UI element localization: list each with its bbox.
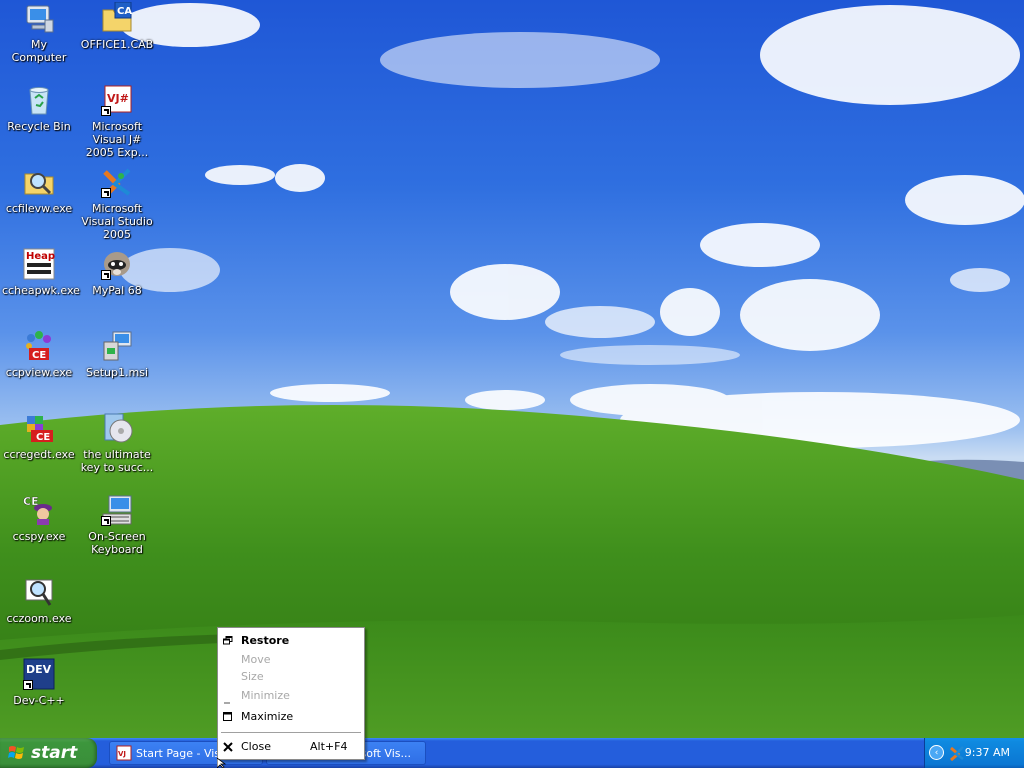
shortcut-arrow-icon <box>101 516 111 526</box>
menu-item-shortcut: Alt+F4 <box>310 740 348 753</box>
ccregedt-icon-shortcut[interactable]: CE ccregedt.exe <box>0 412 78 461</box>
task-label: Start Page - Visu <box>136 746 228 760</box>
dev-cpp-icon: DEV <box>23 658 55 690</box>
cczoom-icon-shortcut[interactable]: cczoom.exe <box>0 576 78 625</box>
menu-item-label: Move <box>241 653 271 666</box>
cab-file-icon: CA <box>101 1 133 34</box>
icon-label: ccspy.exe <box>12 530 66 543</box>
svg-text:Heap: Heap <box>26 251 55 262</box>
visual-studio-icon <box>101 166 133 198</box>
icon-label: Recycle Bin <box>7 120 71 133</box>
icon-label: ccheapwk.exe <box>2 284 80 297</box>
restore-icon <box>223 636 233 645</box>
minimize-icon <box>224 702 230 704</box>
vs2005-icon-shortcut[interactable]: Microsoft Visual Studio 2005 <box>78 166 156 241</box>
start-label: start <box>31 743 78 763</box>
svg-text:CE: CE <box>32 350 46 361</box>
shortcut-arrow-icon <box>101 188 111 198</box>
devcpp-icon-shortcut[interactable]: DEV Dev-C++ <box>0 658 78 707</box>
ccheapwk-icon-shortcut[interactable]: Heap ccheapwk.exe <box>0 248 80 297</box>
icon-label: My Computer <box>11 38 67 64</box>
menu-item-size[interactable]: Size <box>218 668 364 685</box>
raccoon-icon <box>101 248 133 280</box>
svg-text:DEV: DEV <box>26 663 52 676</box>
icon-label: ccregedt.exe <box>3 448 75 461</box>
window-context-menu: Restore Move Size Minimize Maximize Clos… <box>217 627 365 760</box>
icon-label: Microsoft Visual J# 2005 Exp... <box>85 120 149 159</box>
shortcut-arrow-icon <box>101 106 111 116</box>
menu-item-maximize[interactable]: Maximize <box>218 708 364 725</box>
mouse-cursor-icon <box>217 758 227 768</box>
taskbar: start VJ Start Page - Visu soft Vis... ‹… <box>0 738 1024 768</box>
setup1-icon-shortcut[interactable]: Setup1.msi <box>78 330 156 379</box>
svg-text:VJ#: VJ# <box>107 92 129 105</box>
icon-label: the ultimate key to succ... <box>80 448 154 474</box>
close-icon <box>223 742 233 752</box>
svg-text:CE: CE <box>36 432 50 443</box>
vs-task-icon: VJ <box>116 745 132 761</box>
menu-separator <box>221 732 361 733</box>
spy-icon: CE <box>23 494 55 526</box>
heap-walker-icon: Heap <box>23 248 55 280</box>
clock[interactable]: 9:37 AM <box>965 746 1010 759</box>
desktop[interactable]: My Computer Recycle Bin ccfilevw.exe Hea… <box>0 0 1024 738</box>
computer-icon <box>23 2 55 34</box>
menu-item-label: Close <box>241 740 271 753</box>
system-tray: ‹ 9:37 AM <box>924 738 1024 768</box>
zoom-icon <box>23 576 55 608</box>
menu-item-minimize[interactable]: Minimize <box>218 687 364 704</box>
icon-label: MyPal 68 <box>92 284 142 297</box>
my-computer-icon-shortcut[interactable]: My Computer <box>0 2 78 64</box>
svg-text:VJ: VJ <box>118 750 126 758</box>
menu-item-label: Minimize <box>241 689 290 702</box>
recycle-bin-icon <box>23 84 55 116</box>
icon-label: ccpview.exe <box>5 366 73 379</box>
menu-item-label: Maximize <box>241 710 294 723</box>
show-hidden-icons-icon[interactable]: ‹ <box>929 745 944 760</box>
menu-item-move[interactable]: Move <box>218 651 364 668</box>
vjsharp-icon-shortcut[interactable]: VJ# Microsoft Visual J# 2005 Exp... <box>78 84 156 159</box>
icon-label: Setup1.msi <box>85 366 148 379</box>
installer-icon <box>101 330 133 362</box>
icon-label: On-Screen Keyboard <box>88 530 146 556</box>
ultimate-icon-shortcut[interactable]: the ultimate key to succ... <box>78 412 156 474</box>
vjsharp-icon: VJ# <box>101 84 133 116</box>
icon-label: cczoom.exe <box>6 612 72 625</box>
task-label: soft Vis... <box>360 746 411 760</box>
ccfilevw-icon-shortcut[interactable]: ccfilevw.exe <box>0 166 78 215</box>
office-cab-icon-shortcut[interactable]: CA OFFICE1.CAB <box>78 1 156 51</box>
shortcut-arrow-icon <box>101 270 111 280</box>
file-viewer-icon <box>23 166 55 198</box>
shortcut-arrow-icon <box>23 680 33 690</box>
recycle-bin-icon-shortcut[interactable]: Recycle Bin <box>0 84 78 133</box>
svg-text:CA: CA <box>117 6 132 17</box>
start-button[interactable]: start <box>0 738 97 768</box>
menu-item-close[interactable]: Close Alt+F4 <box>218 738 364 755</box>
windows-logo-icon <box>8 746 24 759</box>
icon-label: Dev-C++ <box>13 694 65 707</box>
ccpview-icon-shortcut[interactable]: CE ccpview.exe <box>0 330 78 379</box>
icon-label: Microsoft Visual Studio 2005 <box>81 202 153 241</box>
icon-label: ccfilevw.exe <box>5 202 73 215</box>
icon-label: OFFICE1.CAB <box>80 38 154 51</box>
menu-item-restore[interactable]: Restore <box>218 632 364 649</box>
maximize-icon <box>223 712 232 721</box>
menu-item-label: Size <box>241 670 264 683</box>
vs-tray-icon[interactable] <box>949 745 965 761</box>
onscreen-keyboard-icon-shortcut[interactable]: On-Screen Keyboard <box>78 494 156 556</box>
ccspy-icon-shortcut[interactable]: CE ccspy.exe <box>0 494 78 543</box>
process-viewer-icon: CE <box>23 330 55 362</box>
keyboard-icon <box>101 494 133 526</box>
mypal-icon-shortcut[interactable]: MyPal 68 <box>78 248 156 297</box>
registry-editor-icon: CE <box>23 412 55 444</box>
menu-item-label: Restore <box>241 634 290 647</box>
cd-icon <box>101 412 133 444</box>
